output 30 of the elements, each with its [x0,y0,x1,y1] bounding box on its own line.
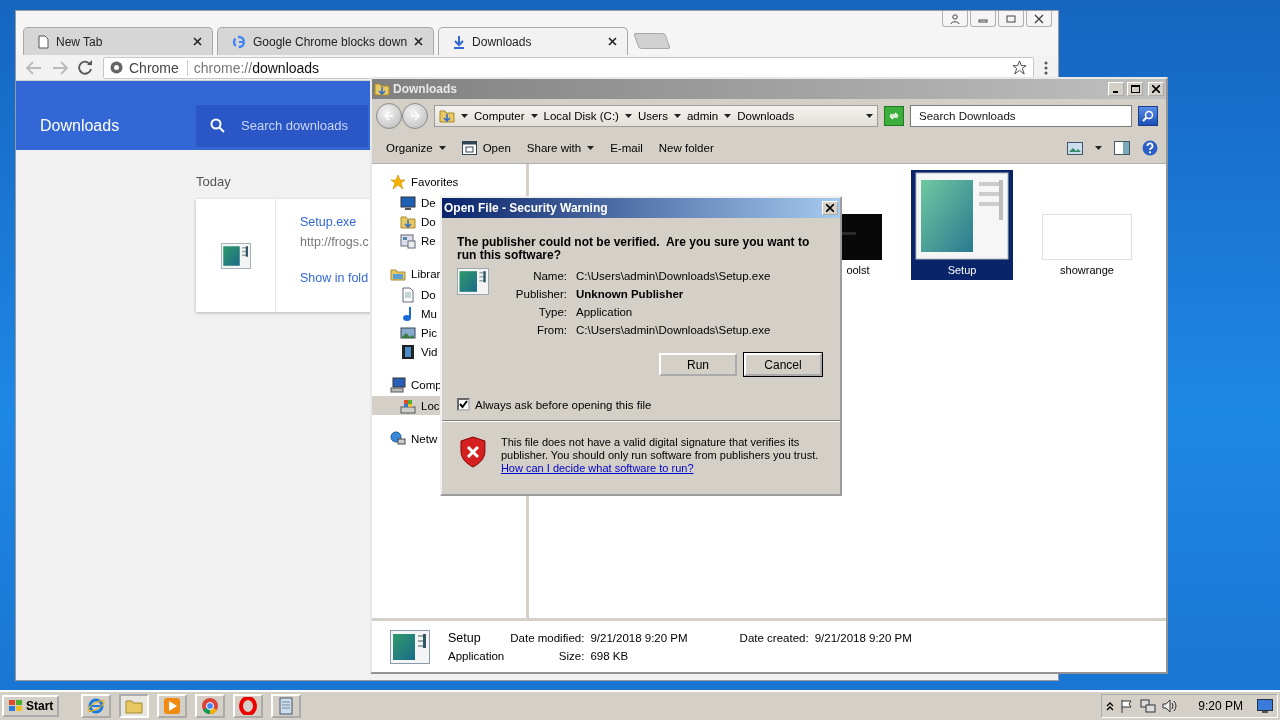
site-label: Chrome [129,59,188,76]
field-value: C:\Users\admin\Downloads\Setup.exe [576,270,771,282]
dialog-title: Open File - Security Warning [444,201,609,215]
field-label: Type: [537,306,567,318]
field-value: Unknown Publisher [576,288,685,300]
field-label: Size: [557,650,585,662]
tab-title: Google Chrome blocks down [253,34,408,49]
field-label: Name: [532,270,567,282]
url-text: chrome://downloads [193,59,320,76]
field-value: 698 KB [590,650,630,662]
page-title: Downloads [40,116,121,135]
field-value: C:\Users\admin\Downloads\Setup.exe [576,324,771,336]
warning-text: This file does not have a valid digital signature that verifies its publisher. You should only run software from publishers you trust. How can I decide what software to run? [500,436,820,475]
file-name: Setup [448,631,482,645]
date-heading: Today [196,174,231,189]
window-title: Downloads [393,82,458,96]
field-value: 9/21/2018 9:20 PM [814,632,912,644]
field-label: Date modified: [510,632,585,644]
clock: 9:20 PM [1197,699,1244,713]
file-type: Application [448,650,505,662]
warning-question: The publisher could not be verified. Are you sure you want to run this software? [457,236,811,262]
source-url: http://frogs.c [300,235,369,249]
field-value: Application [576,306,634,318]
field-label: From: [535,324,567,336]
checkbox-label: Always ask before opening this file [475,398,652,411]
tab-title: New Tab [56,34,104,49]
tab-title: Downloads [472,34,533,49]
field-label: Publisher: [514,288,567,300]
field-label: Date created: [739,632,809,644]
field-value: 9/21/2018 9:20 PM [590,632,688,644]
